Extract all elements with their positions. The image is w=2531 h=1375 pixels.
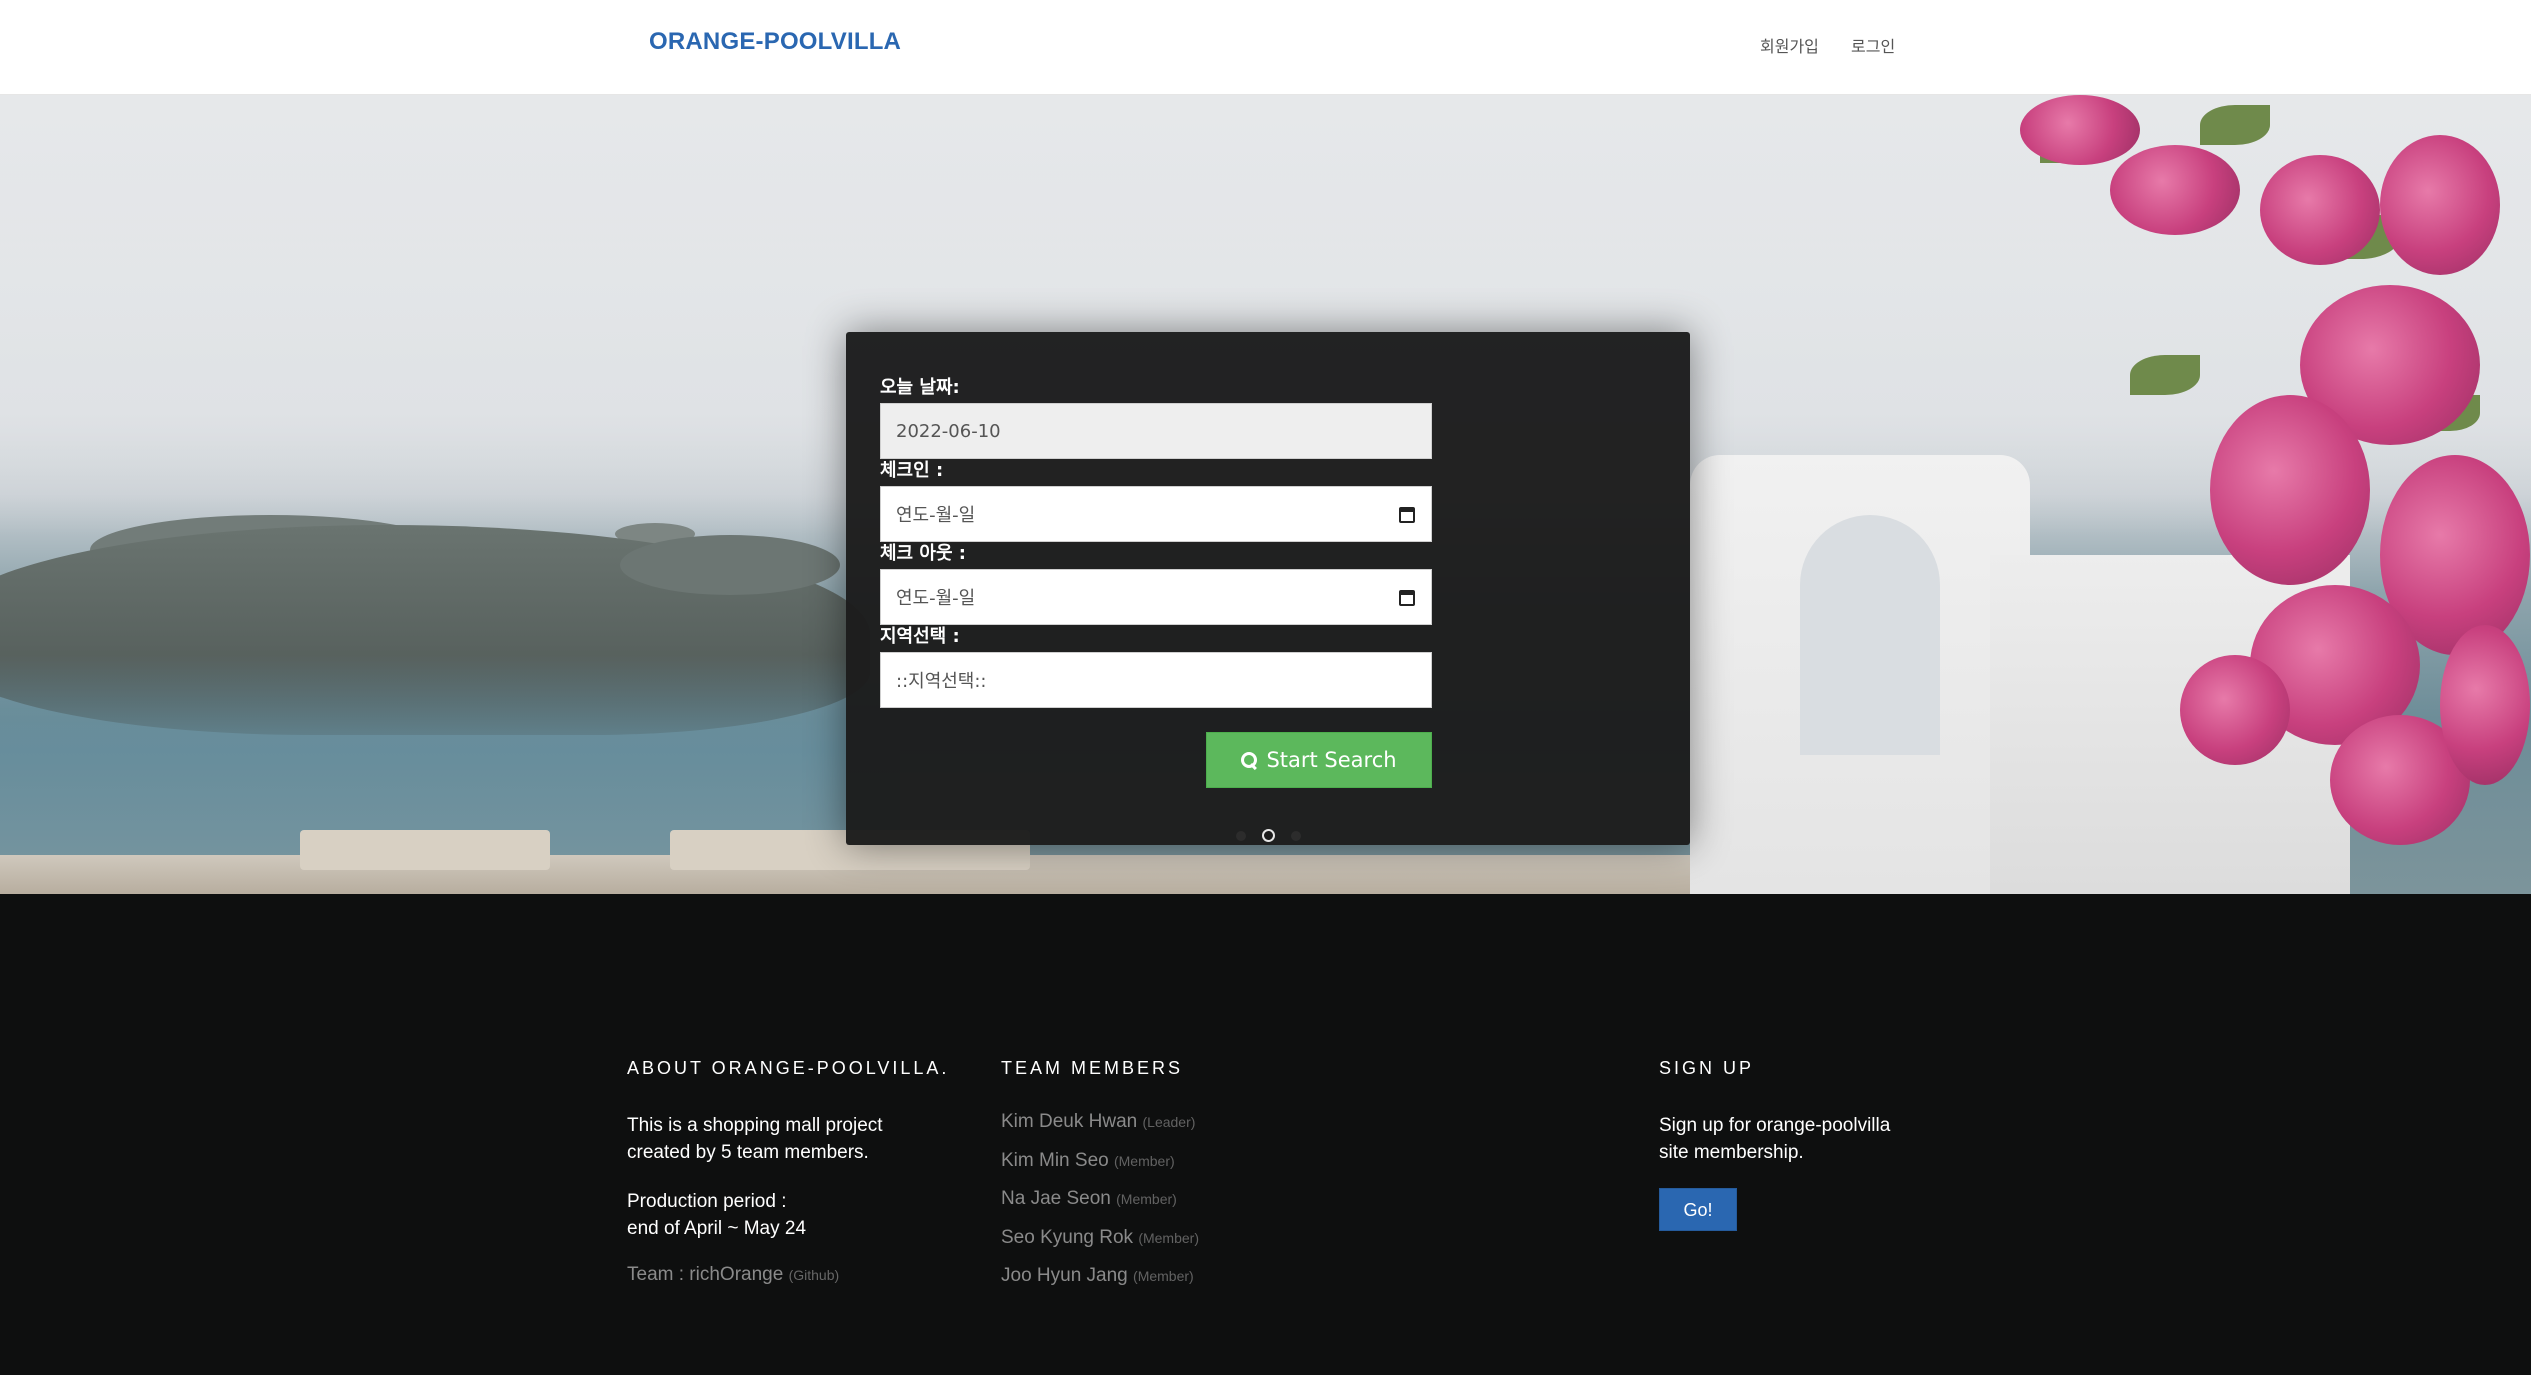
checkout-label: 체크 아웃 : xyxy=(880,543,966,564)
member-name: Seo Kyung Rok xyxy=(1001,1226,1134,1248)
team-github-link[interactable]: Team : richOrange (Github) xyxy=(627,1264,839,1285)
region-label: 지역선택 : xyxy=(880,626,960,647)
brand-logo-link[interactable]: ORANGE-POOLVILLA xyxy=(649,28,901,56)
hero-carousel: 오늘 날짜: 2022-06-10 체크인 : 연도-월-일 체크 아웃 : 연… xyxy=(0,95,2531,894)
start-search-button[interactable]: Start Search xyxy=(1206,732,1432,788)
today-date-label: 오늘 날짜: xyxy=(880,377,960,398)
period-label: Production period : xyxy=(627,1191,787,1212)
carousel-indicators xyxy=(846,829,1690,842)
github-note: (Github) xyxy=(788,1267,840,1283)
checkin-label: 체크인 : xyxy=(880,460,944,481)
rooftop-block xyxy=(300,830,550,870)
checkin-placeholder: 연도-월-일 xyxy=(896,505,976,526)
flower-cluster xyxy=(2210,395,2370,585)
checkout-placeholder: 연도-월-일 xyxy=(896,588,976,609)
search-panel: 오늘 날짜: 2022-06-10 체크인 : 연도-월-일 체크 아웃 : 연… xyxy=(846,332,1690,845)
signup-description: Sign up for orange-poolvilla site member… xyxy=(1659,1112,1890,1166)
team-member-item[interactable]: Joo Hyun Jang (Member) xyxy=(1001,1257,1199,1296)
member-role: (Leader) xyxy=(1142,1114,1196,1130)
about-desc-line: created by 5 team members. xyxy=(627,1142,869,1163)
region-select-value: ::지역선택:: xyxy=(896,671,987,692)
flower-cluster xyxy=(2020,95,2140,165)
start-search-label: Start Search xyxy=(1266,748,1397,772)
member-role: (Member) xyxy=(1138,1229,1199,1246)
signup-desc-line: site membership. xyxy=(1659,1142,1804,1163)
signup-desc-line: Sign up for orange-poolvilla xyxy=(1659,1115,1891,1136)
production-period: Production period : end of April ~ May 2… xyxy=(627,1188,949,1242)
team-name: Team : richOrange xyxy=(627,1264,784,1285)
period-value: end of April ~ May 24 xyxy=(627,1218,807,1239)
member-name: Kim Min Seo xyxy=(1001,1149,1109,1171)
member-name: Na Jae Seon xyxy=(1001,1188,1111,1209)
member-role: (Member) xyxy=(1133,1268,1194,1284)
flower-cluster xyxy=(2180,655,2290,765)
nav-login-link[interactable]: 로그인 xyxy=(1851,33,1895,57)
island-landmass xyxy=(620,535,840,595)
nav-signup-link[interactable]: 회원가입 xyxy=(1760,33,1819,57)
top-navbar: ORANGE-POOLVILLA 회원가입 로그인 xyxy=(0,0,2531,95)
flower-cluster xyxy=(2440,625,2530,785)
carousel-dot-active[interactable] xyxy=(1261,829,1275,842)
about-description: This is a shopping mall project created … xyxy=(627,1112,949,1166)
team-heading: TEAM MEMBERS xyxy=(1001,1058,1184,1078)
member-role: (Member) xyxy=(1113,1152,1175,1169)
member-name: Joo Hyun Jang xyxy=(1001,1265,1128,1286)
carousel-dot[interactable] xyxy=(1290,830,1301,841)
calendar-icon[interactable] xyxy=(1399,590,1415,606)
search-icon xyxy=(1241,751,1258,769)
today-date-value: 2022-06-10 xyxy=(896,420,1001,442)
checkin-date-input[interactable]: 연도-월-일 xyxy=(880,486,1432,542)
region-select[interactable]: ::지역선택:: xyxy=(880,652,1432,708)
today-date-field: 2022-06-10 xyxy=(880,403,1432,459)
footer-about-column: ABOUT ORANGE-POOLVILLA. This is a shoppi… xyxy=(627,1058,949,1286)
flower-cluster xyxy=(2260,155,2380,265)
about-heading: ABOUT ORANGE-POOLVILLA. xyxy=(627,1058,950,1078)
flower-cluster xyxy=(2380,135,2500,275)
checkout-date-input[interactable]: 연도-월-일 xyxy=(880,569,1432,625)
member-name: Kim Deuk Hwan xyxy=(1001,1111,1138,1132)
team-member-item[interactable]: Seo Kyung Rok (Member) xyxy=(1001,1219,1199,1258)
carousel-dot[interactable] xyxy=(1235,830,1246,841)
site-footer: ABOUT ORANGE-POOLVILLA. This is a shoppi… xyxy=(0,894,2531,1375)
signup-go-button[interactable]: Go! xyxy=(1659,1188,1737,1231)
signup-heading: SIGN UP xyxy=(1659,1058,1755,1078)
team-member-item[interactable]: Na Jae Seon (Member) xyxy=(1001,1180,1199,1219)
footer-signup-column: SIGN UP Sign up for orange-poolvilla sit… xyxy=(1659,1058,1890,1231)
team-member-item[interactable]: Kim Min Seo (Member) xyxy=(1001,1142,1199,1181)
leaf xyxy=(2200,105,2270,145)
footer-team-column: TEAM MEMBERS Kim Deuk Hwan (Leader) Kim … xyxy=(1001,1058,1199,1296)
flower-cluster xyxy=(2110,145,2240,235)
about-desc-line: This is a shopping mall project xyxy=(627,1115,883,1136)
bell-tower-arch xyxy=(1800,515,1940,755)
calendar-icon[interactable] xyxy=(1399,507,1415,523)
member-role: (Member) xyxy=(1116,1191,1177,1207)
bougainvillea-flowers xyxy=(2000,95,2531,894)
team-member-item[interactable]: Kim Deuk Hwan (Leader) xyxy=(1001,1103,1199,1142)
leaf xyxy=(2130,355,2200,395)
